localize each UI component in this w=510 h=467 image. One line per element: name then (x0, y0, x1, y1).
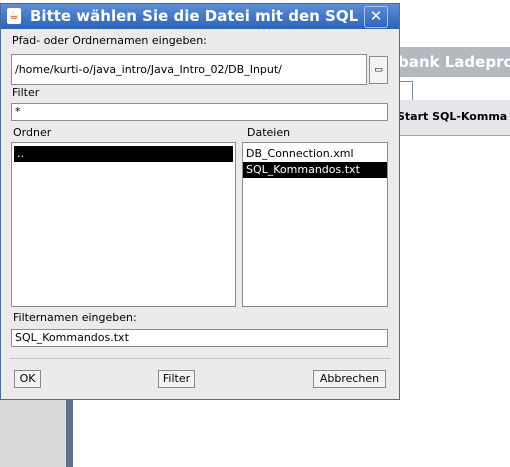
dialog-titlebar[interactable]: ☕ Bitte wählen Sie die Datei mit den SQL… (1, 4, 399, 29)
filter-label: Filter (12, 86, 40, 99)
java-icon: ☕ (7, 8, 21, 24)
filename-input[interactable]: SQL_Kommandos.txt (11, 329, 388, 347)
folders-label: Ordner (13, 126, 52, 139)
filter-input[interactable]: * (11, 103, 388, 121)
filter-button[interactable]: Filter (158, 370, 195, 388)
list-item-folder[interactable]: .. (14, 146, 233, 162)
background-divider (397, 135, 510, 136)
background-scrollbar[interactable] (66, 400, 73, 467)
folders-list[interactable]: .. (11, 142, 236, 307)
button-separator (10, 358, 390, 359)
path-input[interactable]: /home/kurti-o/java_intro/Java_Intro_02/D… (11, 54, 367, 85)
browse-icon: ▭ (374, 65, 383, 75)
list-item-file-selected[interactable]: SQL_Kommandos.txt (243, 162, 387, 178)
file-chooser-dialog: ☕ Bitte wählen Sie die Datei mit den SQL… (0, 3, 400, 400)
path-label: Pfad- oder Ordnernamen eingeben: (12, 34, 207, 47)
close-icon: ✕ (369, 7, 383, 25)
dialog-title: Bitte wählen Sie die Datei mit den SQL (30, 7, 359, 25)
files-label: Dateien (247, 126, 291, 139)
list-item-file[interactable]: DB_Connection.xml (243, 146, 387, 162)
ok-button[interactable]: OK (14, 370, 41, 388)
filename-label: Filternamen eingeben: (13, 311, 137, 324)
close-button[interactable]: ✕ (364, 6, 388, 28)
background-column-label: Start SQL-Komma (397, 110, 508, 123)
background-panel (0, 400, 66, 467)
background-window-title: bank Ladepro (395, 47, 510, 77)
cancel-button[interactable]: Abbrechen (313, 370, 386, 388)
files-list[interactable]: DB_Connection.xml SQL_Kommandos.txt (242, 142, 388, 307)
browse-button[interactable]: ▭ (369, 56, 388, 84)
